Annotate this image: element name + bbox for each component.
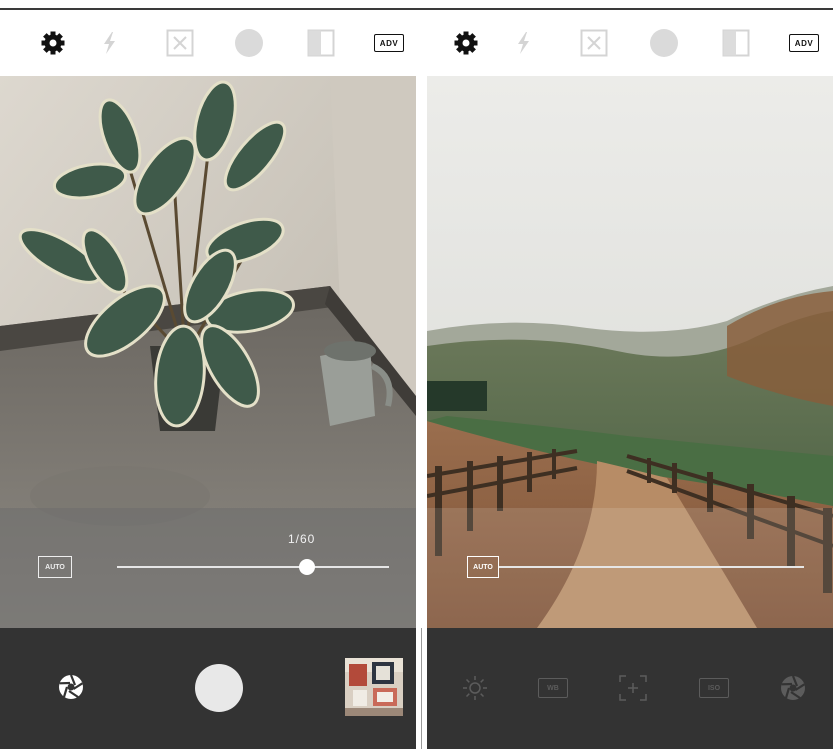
shutter-slider-thumb[interactable] <box>299 559 316 575</box>
bottom-bar <box>0 628 416 749</box>
top-toolbar: ADV <box>427 10 833 74</box>
circle-icon[interactable] <box>234 28 264 58</box>
gear-icon[interactable] <box>451 28 481 58</box>
circle-icon[interactable] <box>649 28 679 58</box>
grid-icon[interactable] <box>165 28 195 58</box>
exposure-slider-track[interactable] <box>499 566 804 568</box>
controls-overlay: AUTO 1/60 <box>0 508 416 628</box>
left-camera-screen: ADV AUTO 1/60 <box>0 10 416 749</box>
gear-icon[interactable] <box>38 28 68 58</box>
auto-badge[interactable]: AUTO <box>467 556 499 578</box>
capture-button[interactable] <box>195 664 243 712</box>
focus-icon[interactable] <box>618 674 648 702</box>
controls-overlay: AUTO <box>427 508 833 628</box>
aperture-icon[interactable] <box>778 673 808 703</box>
aperture-icon[interactable] <box>56 672 86 702</box>
camera-viewfinder[interactable]: AUTO <box>427 76 833 628</box>
split-icon[interactable] <box>721 28 751 58</box>
gallery-thumbnail[interactable] <box>345 658 403 716</box>
split-icon[interactable] <box>306 28 336 58</box>
camera-viewfinder[interactable]: AUTO 1/60 <box>0 76 416 628</box>
flash-off-icon[interactable] <box>509 28 539 58</box>
auto-badge[interactable]: AUTO <box>38 556 72 578</box>
wb-button[interactable]: WB <box>538 678 568 698</box>
brightness-icon[interactable] <box>461 674 489 702</box>
shutter-speed-label: 1/60 <box>288 532 316 546</box>
screen-divider <box>416 10 427 749</box>
bottom-bar: WB ISO <box>427 628 833 749</box>
shutter-slider-track[interactable] <box>117 566 389 568</box>
flash-off-icon[interactable] <box>95 28 125 58</box>
grid-icon[interactable] <box>579 28 609 58</box>
top-toolbar: ADV <box>0 10 416 74</box>
adv-button[interactable]: ADV <box>789 34 819 52</box>
right-camera-screen: ADV AUTO WB ISO <box>427 10 833 749</box>
adv-button[interactable]: ADV <box>374 34 404 52</box>
iso-button[interactable]: ISO <box>699 678 729 698</box>
